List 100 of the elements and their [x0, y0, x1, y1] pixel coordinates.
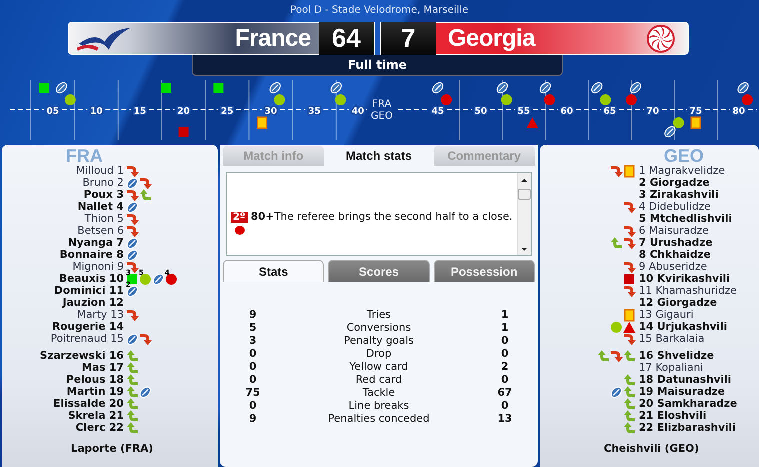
- player-name: Martin 19: [66, 386, 124, 398]
- away-stat-value: 0: [500, 348, 510, 361]
- dot-icon: [235, 226, 245, 235]
- stat-label: Tries: [366, 309, 392, 322]
- up-arrow-icon: [126, 350, 139, 362]
- rugby-ball-icon: [126, 332, 139, 346]
- down-arrow-icon: [126, 212, 139, 226]
- up-arrow-icon: [623, 386, 636, 398]
- player-name: Szarzewski 16: [39, 350, 124, 362]
- minute-label: 75: [690, 107, 702, 117]
- scroll-thumb[interactable]: [518, 189, 531, 200]
- minute-label: 15: [134, 107, 146, 117]
- rugby-ball-icon: [126, 248, 139, 262]
- away-stat-value: 1: [500, 309, 510, 322]
- square-icon: [623, 272, 636, 286]
- rugby-ball-icon: [738, 82, 749, 94]
- minute-label: 80: [732, 107, 746, 117]
- rugby-ball-icon: [610, 386, 623, 398]
- down-arrow-icon: [139, 176, 152, 190]
- stat-label: Line breaks: [348, 400, 410, 413]
- home-team-name: France: [235, 24, 311, 52]
- player-name: Skrela 21: [67, 410, 124, 422]
- away-stat-value: 0: [500, 335, 510, 348]
- minute-label: 10: [90, 107, 103, 117]
- down-arrow-icon: [623, 200, 636, 214]
- player-name: Bonnaire 8: [58, 249, 124, 261]
- down-arrow-icon: [126, 188, 139, 202]
- home-stat-value: 3: [248, 335, 258, 348]
- home-stat-value: 0: [248, 361, 258, 374]
- card-icon: [623, 164, 636, 178]
- venue-title: Pool D - Stade Velodrome, Marseille: [289, 4, 470, 18]
- player-name: 8 Chkhaidze: [639, 249, 712, 261]
- player-name: Poitrenaud 15: [50, 333, 124, 345]
- player-name: 19 Maisuradze: [639, 386, 726, 398]
- dot-icon: [64, 94, 76, 106]
- stat-label: Penalty goals: [342, 335, 415, 348]
- square-icon: [178, 127, 189, 137]
- player-name: 21 Eloshvili: [639, 410, 707, 422]
- player-name: 18 Datunashvili: [639, 374, 732, 386]
- player-name: Mas 17: [80, 362, 124, 374]
- player-name: Pelous 18: [65, 374, 124, 386]
- player-name: 17 Kopaliani: [639, 362, 704, 374]
- up-arrow-icon: [139, 188, 152, 202]
- player-name: Poux 3: [82, 189, 124, 201]
- tab[interactable]: Match info: [223, 146, 324, 166]
- down-arrow-icon: [139, 332, 152, 346]
- rugby-ball-icon: [592, 82, 603, 94]
- dot-icon: [673, 118, 684, 128]
- rugby-ball-icon: [540, 82, 552, 94]
- commentary-entry: 80+The referee brings the second half to a close.: [250, 211, 513, 223]
- rugby-ball-icon: [126, 176, 139, 190]
- player-name: Elissalde 20: [52, 398, 124, 410]
- player-name: 2 Giorgadze: [639, 177, 710, 189]
- down-arrow-icon: [623, 332, 636, 346]
- home-stat-value: 0: [248, 348, 258, 361]
- tab[interactable]: Stats: [223, 260, 324, 282]
- card-icon: [690, 116, 702, 130]
- down-arrow-icon: [623, 284, 636, 298]
- player-name: Marty 13: [76, 309, 124, 321]
- stat-label: Conversions: [346, 322, 412, 335]
- home-stat-value: 75: [244, 387, 262, 400]
- square-icon: [214, 83, 224, 93]
- up-arrow-icon: [610, 236, 623, 250]
- down-arrow-icon: [623, 260, 636, 274]
- dot-icon: [742, 94, 754, 106]
- down-arrow-icon: [126, 224, 139, 238]
- player-name: 1 Magrakvelidze: [639, 165, 726, 177]
- player-name: 4 Didebulidze: [639, 201, 711, 213]
- stat-label: Drop: [365, 348, 393, 361]
- rugby-ball-icon: [496, 82, 508, 94]
- down-arrow-icon: [126, 164, 139, 178]
- away-stat-value: 67: [496, 387, 514, 400]
- team-code: GEO: [663, 145, 706, 165]
- player-name: Nallet 4: [76, 201, 124, 213]
- down-arrow-icon: [126, 308, 139, 322]
- rugby-ball-icon: [152, 272, 165, 286]
- rugby-ball-icon: [126, 236, 139, 250]
- dot-icon: [441, 94, 452, 106]
- home-stat-value: 5: [248, 322, 258, 335]
- tab[interactable]: Possession: [434, 260, 535, 282]
- minute-label: 30: [264, 107, 278, 117]
- rugby-ball-icon: [432, 82, 444, 94]
- up-arrow-icon: [126, 362, 139, 374]
- rugby-ball-icon: [56, 82, 68, 94]
- stat-label: Tackle: [362, 387, 396, 400]
- minute-label: 55: [518, 107, 530, 117]
- tab[interactable]: Commentary: [434, 146, 535, 166]
- minute-label: 45: [432, 107, 444, 117]
- tab[interactable]: Scores: [328, 260, 430, 282]
- down-arrow-icon: [126, 260, 139, 274]
- stat-label: Yellow card: [348, 361, 410, 374]
- away-team-name: Georgia: [448, 24, 536, 52]
- player-name: Dominici 11: [53, 285, 124, 297]
- team-code: FRA: [65, 145, 104, 165]
- dot-icon: [274, 94, 286, 106]
- period-badge: 2º: [231, 212, 248, 223]
- scrollbar[interactable]: [517, 173, 531, 255]
- rugby-ball-icon: [139, 386, 152, 398]
- down-arrow-icon: [623, 236, 636, 250]
- minute-label: 25: [221, 107, 234, 117]
